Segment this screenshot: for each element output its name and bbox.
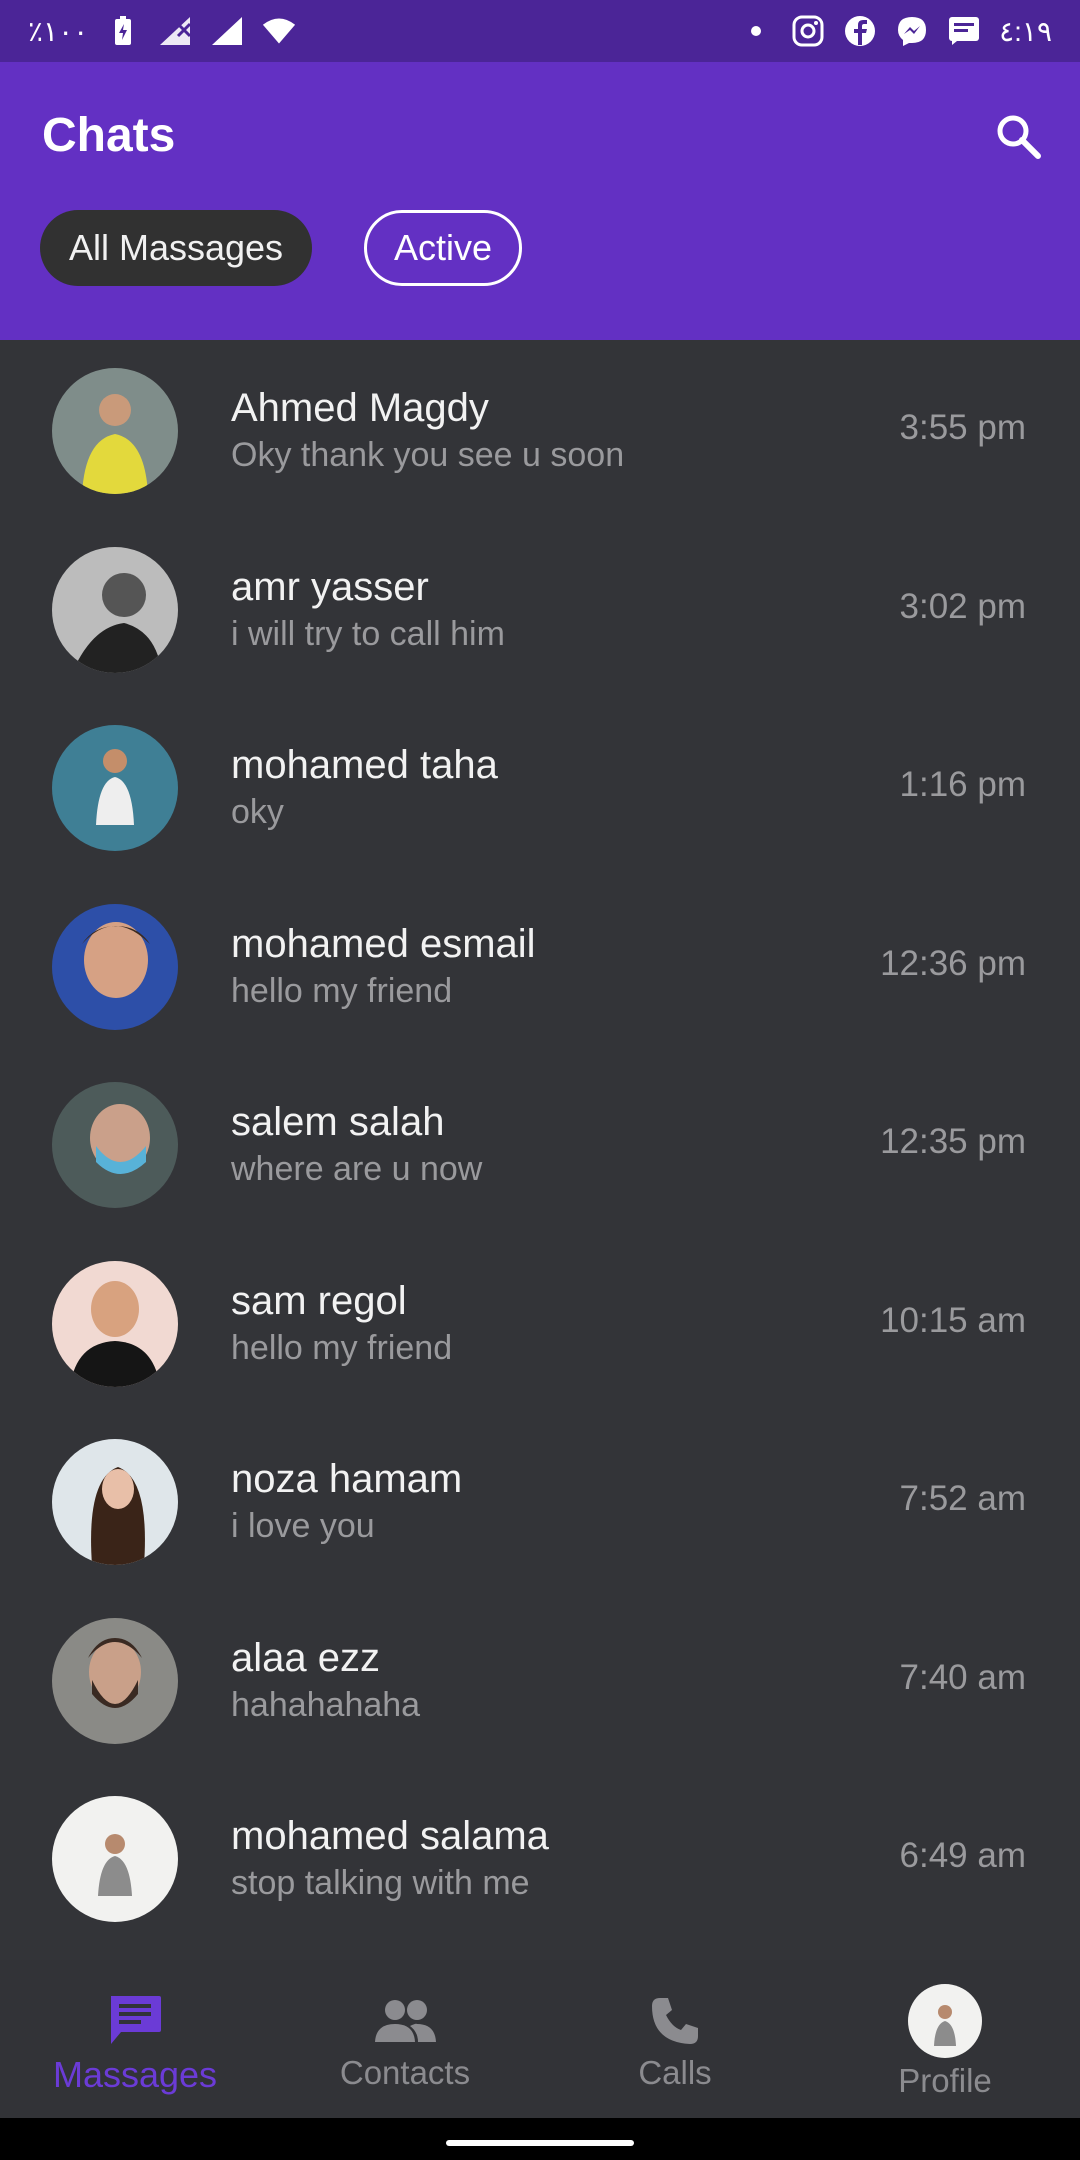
search-button[interactable] xyxy=(990,108,1046,164)
avatar xyxy=(908,1984,982,2058)
avatar xyxy=(52,1796,178,1922)
last-message: stop talking with me xyxy=(231,1864,530,1902)
instagram-icon xyxy=(791,14,825,48)
message-time: 7:52 am xyxy=(899,1479,1026,1518)
contact-name: Ahmed Magdy xyxy=(231,386,489,430)
avatar xyxy=(52,1439,178,1565)
message-time: 10:15 am xyxy=(880,1300,1026,1340)
search-icon xyxy=(997,115,1041,159)
message-time: 3:55 pm xyxy=(899,408,1026,447)
status-right: ٤:١٩ xyxy=(739,14,1052,48)
message-time: 3:02 pm xyxy=(899,586,1026,626)
nav-messages[interactable]: Massages xyxy=(0,1960,270,2118)
chat-icon xyxy=(104,1992,166,2050)
chat-row[interactable]: amr yasser i will try to call him 3:02 p… xyxy=(0,519,1080,698)
home-handle[interactable] xyxy=(446,2140,634,2146)
chat-row[interactable]: mohamed taha oky 1:16 pm xyxy=(0,697,1080,876)
message-time: 12:35 pm xyxy=(880,1122,1026,1161)
chat-row[interactable]: noza hamam i love you 7:52 am xyxy=(0,1411,1080,1590)
message-time: 7:40 am xyxy=(899,1657,1026,1697)
contact-name: mohamed taha xyxy=(231,743,498,787)
contact-name: mohamed esmail xyxy=(231,921,536,966)
chat-row[interactable]: Ahmed Magdy Oky thank you see u soon 3:5… xyxy=(0,340,1080,519)
signal-icon xyxy=(210,14,244,48)
avatar xyxy=(52,1617,178,1744)
system-nav-bar xyxy=(0,2118,1080,2160)
last-message: where are u now xyxy=(231,1150,483,1188)
battery-icon xyxy=(106,14,140,48)
page-title: Chats xyxy=(42,109,176,162)
messenger-icon xyxy=(895,14,929,48)
app-bar: Chats All Massages Active xyxy=(0,62,1080,340)
nav-label: Massages xyxy=(52,2054,218,2095)
chat-row[interactable]: mohamed salama stop talking with me 6:49… xyxy=(0,1768,1080,1947)
last-message: i will try to call him xyxy=(231,614,505,653)
last-message: oky xyxy=(231,793,284,831)
signal-icon xyxy=(158,14,192,48)
nav-label: Calls xyxy=(638,2054,712,2091)
chat-row[interactable]: salem salah where are u now 12:35 pm xyxy=(0,1054,1080,1233)
chat-list: Ahmed Magdy Oky thank you see u soon 3:5… xyxy=(0,340,1080,1947)
chat-row[interactable]: sam regol hello my friend 10:15 am xyxy=(0,1233,1080,1412)
chat-row[interactable]: mohamed esmail hello my friend 12:36 pm xyxy=(0,876,1080,1055)
avatar xyxy=(52,903,178,1030)
status-left: ٪١٠٠ xyxy=(28,14,296,48)
avatar xyxy=(52,1260,178,1387)
nav-label: Profile xyxy=(898,2062,992,2099)
avatar xyxy=(52,1082,178,1208)
battery-percent: ٪١٠٠ xyxy=(28,15,89,47)
last-message: hello my friend xyxy=(231,1328,453,1367)
contacts-icon xyxy=(374,1992,436,2050)
nav-contacts[interactable]: Contacts xyxy=(270,1960,540,2118)
filter-all-messages[interactable]: All Massages xyxy=(40,210,312,286)
nav-label: Contacts xyxy=(339,2054,471,2091)
last-message: i love you xyxy=(231,1507,375,1545)
last-message: Oky thank you see u soon xyxy=(231,436,625,474)
avatar xyxy=(52,368,178,494)
nav-calls[interactable]: Calls xyxy=(540,1960,810,2118)
contact-name: alaa ezz xyxy=(231,1635,380,1680)
last-message: hello my friend xyxy=(231,971,453,1010)
message-time: 1:16 pm xyxy=(899,765,1026,804)
contact-name: amr yasser xyxy=(231,564,429,609)
wifi-icon xyxy=(262,14,296,48)
contact-name: sam regol xyxy=(231,1278,407,1323)
avatar xyxy=(52,546,178,673)
chat-row[interactable]: alaa ezz hahahahaha 7:40 am xyxy=(0,1590,1080,1769)
contact-name: salem salah xyxy=(231,1100,445,1144)
phone-icon xyxy=(644,1992,706,2050)
nav-profile[interactable]: Profile xyxy=(810,1960,1080,2118)
clock: ٤:١٩ xyxy=(999,15,1052,47)
dot-icon xyxy=(739,14,773,48)
avatar xyxy=(52,725,178,851)
status-bar: ٪١٠٠ ٤:١٩ xyxy=(0,0,1080,62)
message-time: 6:49 am xyxy=(899,1836,1026,1875)
facebook-icon xyxy=(843,14,877,48)
contact-name: mohamed salama xyxy=(231,1814,549,1858)
message-time: 12:36 pm xyxy=(880,943,1026,983)
last-message: hahahahaha xyxy=(231,1685,421,1724)
message-icon xyxy=(947,14,981,48)
bottom-nav: Massages Contacts Calls Profile xyxy=(0,1960,1080,2118)
filter-active[interactable]: Active xyxy=(364,210,522,286)
contact-name: noza hamam xyxy=(231,1457,463,1501)
